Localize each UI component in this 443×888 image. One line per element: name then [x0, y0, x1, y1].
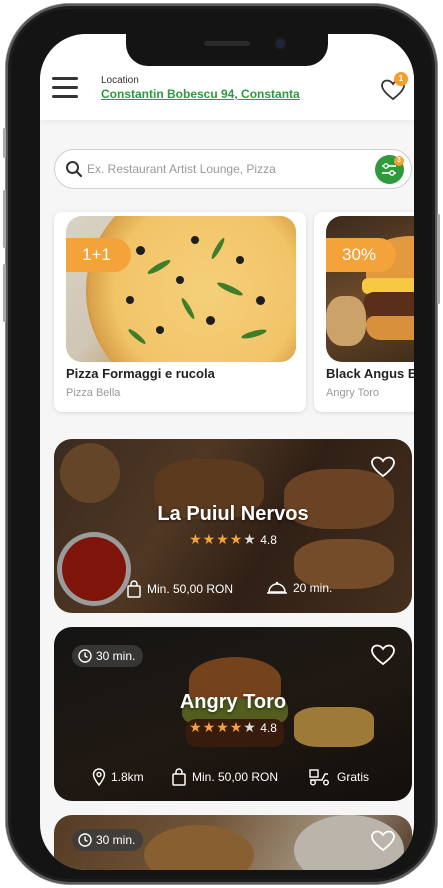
deal-badge: 30% [326, 238, 397, 272]
location-pin-icon [92, 768, 106, 786]
app-screen: Location Constantin Bobescu 94, Constant… [40, 34, 414, 870]
star-rating-icon: ★★★★★ [189, 531, 257, 547]
clock-icon [78, 833, 92, 847]
min-order: Min. 50,00 RON [171, 768, 278, 786]
olive [136, 246, 145, 255]
restaurant-rating: ★★★★★ 4.8 [54, 531, 412, 548]
phone-frame: Location Constantin Bobescu 94, Constant… [3, 4, 440, 884]
clock-icon [78, 649, 92, 663]
search-icon [66, 161, 83, 178]
phone-volume-down [3, 264, 6, 322]
delivery-fee: Gratis [308, 768, 369, 786]
deal-card[interactable]: 30% Black Angus B Angry Toro [314, 212, 414, 412]
filter-button[interactable]: 3 [375, 155, 404, 184]
olive [176, 276, 184, 284]
favorites-count-badge: 1 [394, 72, 408, 86]
distance-text: 1.8km [111, 770, 144, 784]
olive [256, 296, 265, 305]
burger-side [326, 296, 366, 346]
restaurant-card[interactable]: La Puiul Nervos ★★★★★ 4.8 Min. 50,00 RON… [54, 439, 412, 613]
shopping-bag-icon [172, 768, 186, 786]
distance: 1.8km [92, 768, 144, 786]
burger-patty [364, 292, 414, 318]
location-label: Location [101, 75, 139, 86]
restaurant-rating: ★★★★★ 4.8 [54, 719, 412, 736]
menu-icon [52, 77, 78, 80]
camera [276, 39, 285, 48]
phone-power-button [437, 214, 440, 304]
phone-volume-up [3, 190, 6, 248]
search-input[interactable] [87, 159, 367, 179]
delivery-scooter-icon [309, 769, 329, 786]
notch [126, 34, 328, 66]
deal-card[interactable]: 1+1 Pizza Formaggi e rucola Pizza Bella [54, 212, 306, 412]
menu-icon [52, 95, 78, 98]
deal-title: Black Angus B [326, 366, 414, 381]
heart-icon[interactable] [370, 829, 396, 853]
prep-time-text: 30 min. [96, 649, 136, 663]
cloche-icon [267, 581, 287, 594]
filter-count-badge: 3 [394, 156, 404, 166]
rating-value: 4.8 [260, 533, 277, 547]
rating-value: 4.8 [260, 721, 277, 735]
heart-icon[interactable] [370, 455, 396, 479]
olive [236, 256, 244, 264]
star-rating-icon: ★★★★★ [189, 719, 257, 735]
deal-restaurant: Pizza Bella [66, 387, 121, 399]
menu-icon [52, 86, 78, 89]
deal-title: Pizza Formaggi e rucola [66, 366, 215, 381]
delivery-time-text: 20 min. [293, 581, 333, 595]
burger-bun-bottom [366, 316, 414, 340]
restaurant-info-row: Min. 50,00 RON 20 min. [54, 580, 412, 600]
olive [156, 326, 164, 334]
shopping-bag-icon [127, 580, 141, 598]
restaurant-card[interactable]: 30 min. Angry Toro ★★★★★ 4.8 1.8km Min. … [54, 627, 412, 801]
phone-mute-switch [3, 128, 6, 158]
favorites-button[interactable]: 1 [380, 72, 408, 102]
location-address-link[interactable]: Constantin Bobescu 94, Constanta [101, 87, 300, 101]
restaurant-name: La Puiul Nervos [157, 503, 309, 525]
prep-time-text: 30 min. [96, 833, 136, 847]
restaurant-name: Angry Toro [179, 691, 287, 713]
menu-button[interactable] [52, 76, 80, 98]
restaurant-info-row: 1.8km Min. 50,00 RON Gratis [54, 768, 412, 788]
olive [191, 236, 199, 244]
min-order: Min. 50,00 RON [126, 580, 233, 598]
delivery-fee-text: Gratis [337, 770, 370, 784]
restaurant-card[interactable]: 30 min. [54, 815, 412, 870]
prep-time-chip: 30 min. [72, 645, 144, 667]
olive [126, 296, 134, 304]
deal-badge: 1+1 [66, 238, 131, 272]
prep-time-chip: 30 min. [72, 829, 144, 851]
search-bar: 3 [54, 149, 412, 189]
heart-icon[interactable] [370, 643, 396, 667]
speaker [204, 41, 250, 46]
delivery-time: 20 min. [266, 580, 332, 596]
min-order-text: Min. 50,00 RON [147, 582, 234, 596]
olive [206, 316, 215, 325]
deal-restaurant: Angry Toro [326, 387, 379, 399]
min-order-text: Min. 50,00 RON [192, 770, 279, 784]
